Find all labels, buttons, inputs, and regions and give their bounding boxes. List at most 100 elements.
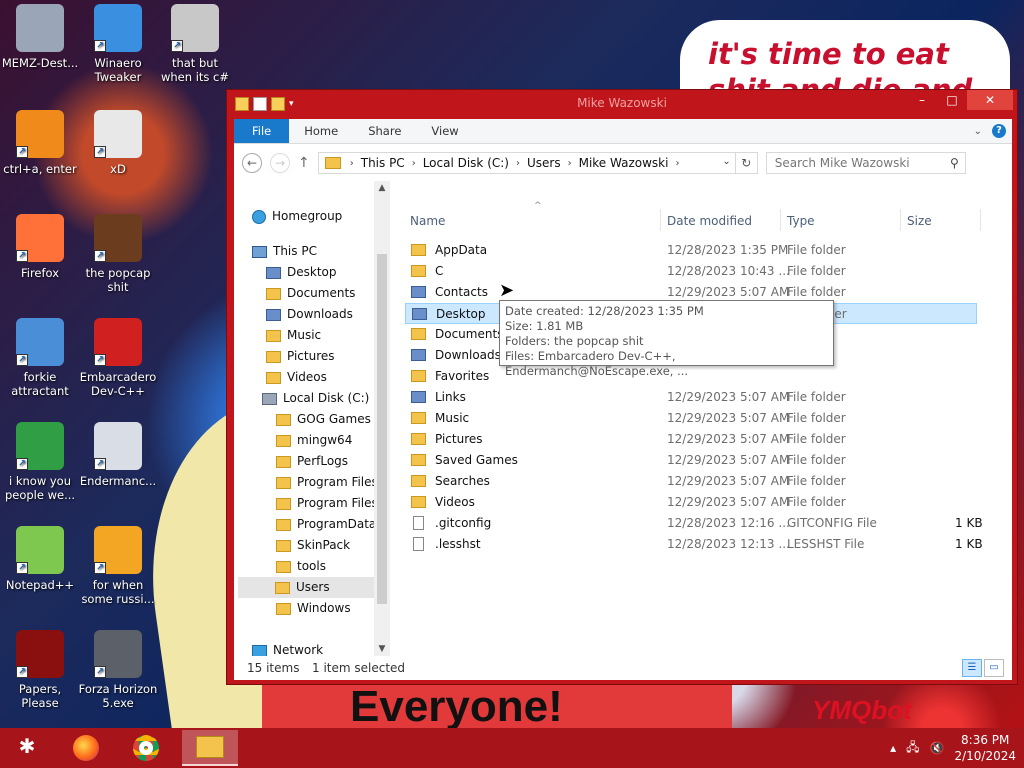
desktop-icon[interactable]: ↗ Endermanc...: [78, 422, 158, 488]
network-icon[interactable]: 🖧: [906, 738, 919, 759]
nav-item[interactable]: Homegroup: [252, 206, 342, 227]
file-row[interactable]: AppData 12/28/2023 1:35 PM File folder: [405, 240, 977, 261]
chevron-right-icon[interactable]: ›: [513, 158, 523, 169]
refresh-icon[interactable]: ↻: [734, 153, 757, 173]
nav-item[interactable]: Windows: [276, 598, 351, 619]
chevron-right-icon[interactable]: ›: [672, 158, 682, 169]
nav-item[interactable]: Music: [266, 325, 321, 346]
chevron-right-icon[interactable]: ›: [565, 158, 575, 169]
back-button[interactable]: ←: [242, 153, 262, 173]
file-row[interactable]: Music 12/29/2023 5:07 AM File folder: [405, 408, 977, 429]
column-date-modified[interactable]: Date modified: [667, 214, 752, 228]
minimize-button[interactable]: –: [907, 90, 937, 110]
file-row[interactable]: .gitconfig 12/28/2023 12:16 ... GITCONFIG …: [405, 513, 983, 534]
file-row[interactable]: Videos 12/29/2023 5:07 AM File folder: [405, 492, 977, 513]
breadcrumb-local-disk[interactable]: Local Disk (C:): [419, 156, 513, 170]
start-orb-icon[interactable]: ✱: [10, 734, 44, 762]
desktop-icon[interactable]: ↗ Notepad++: [0, 526, 80, 592]
tab-view[interactable]: View: [416, 119, 473, 143]
large-icons-view-icon[interactable]: ▭: [984, 659, 1004, 677]
nav-item[interactable]: Program Files (: [276, 493, 386, 514]
search-icon[interactable]: ⚲: [950, 156, 959, 170]
close-button[interactable]: ✕: [967, 90, 1013, 110]
file-date: 12/28/2023 10:43 ...: [667, 264, 790, 278]
tab-file[interactable]: File: [234, 119, 290, 143]
nav-item[interactable]: SkinPack: [276, 535, 350, 556]
nav-item[interactable]: Local Disk (C:): [262, 388, 369, 409]
nav-item[interactable]: Desktop: [266, 262, 337, 283]
file-row[interactable]: Saved Games 12/29/2023 5:07 AM File folder: [405, 450, 977, 471]
taskbar-file-explorer[interactable]: [182, 730, 238, 766]
desktop-icon[interactable]: MEMZ-Dest...: [0, 4, 80, 70]
desktop-icon[interactable]: ↗ Firefox: [0, 214, 80, 280]
column-divider[interactable]: [780, 209, 781, 231]
help-icon[interactable]: ?: [992, 124, 1006, 138]
expand-ribbon-icon[interactable]: ⌄: [974, 126, 982, 137]
desktop-icon[interactable]: ↗ forkie attractant: [0, 318, 80, 398]
desktop-icon[interactable]: ↗ Winaero Tweaker: [78, 4, 158, 84]
maximize-button[interactable]: □: [937, 90, 967, 110]
nav-item[interactable]: ProgramData: [276, 514, 376, 535]
taskbar-chrome[interactable]: [122, 730, 170, 766]
chevron-right-icon[interactable]: ›: [409, 158, 419, 169]
nav-item[interactable]: mingw64: [276, 430, 352, 451]
nav-item[interactable]: Users: [238, 577, 378, 598]
flash-icon: ↗: [94, 630, 142, 678]
nav-item[interactable]: tools: [276, 556, 326, 577]
desktop-icon[interactable]: ↗ Forza Horizon 5.exe: [78, 630, 158, 710]
scroll-up-icon[interactable]: ▲: [374, 183, 390, 193]
explorer-window[interactable]: ▾ Mike Wazowski – □ ✕ File Home Share Vi…: [226, 89, 1018, 685]
title-bar[interactable]: ▾ Mike Wazowski – □ ✕: [227, 90, 1017, 118]
desktop-icon[interactable]: ↗ for when some russi...: [78, 526, 158, 606]
desktop-icon[interactable]: ↗ i know you people we...: [0, 422, 80, 502]
volume-muted-icon[interactable]: 🔇: [930, 741, 945, 755]
file-row[interactable]: Links 12/29/2023 5:07 AM File folder: [405, 387, 977, 408]
taskbar-firefox[interactable]: [62, 730, 110, 766]
nav-item[interactable]: Downloads: [266, 304, 353, 325]
file-row[interactable]: .lesshst 12/28/2023 12:13 ... LESSHST File…: [405, 534, 983, 555]
nav-item[interactable]: Pictures: [266, 346, 335, 367]
address-bar[interactable]: › This PC › Local Disk (C:) › Users › Mi…: [317, 152, 758, 174]
column-name[interactable]: Name: [410, 214, 445, 228]
column-type[interactable]: Type: [787, 214, 815, 228]
nav-item[interactable]: Network: [252, 640, 323, 656]
nav-item[interactable]: GOG Games: [276, 409, 371, 430]
show-hidden-icons-icon[interactable]: ▴: [890, 741, 896, 755]
file-name: Saved Games: [435, 453, 518, 467]
file-row[interactable]: Pictures 12/29/2023 5:07 AM File folder: [405, 429, 977, 450]
desktop-icon[interactable]: ↗ Papers, Please: [0, 630, 80, 710]
chevron-down-icon[interactable]: ⌄: [722, 156, 730, 167]
file-row[interactable]: C 12/28/2023 10:43 ... File folder: [405, 261, 977, 282]
nav-item[interactable]: Program Files: [276, 472, 378, 493]
breadcrumb-current[interactable]: Mike Wazowski: [575, 156, 673, 170]
nav-item[interactable]: Videos: [266, 367, 327, 388]
nav-item[interactable]: Documents: [266, 283, 355, 304]
tab-home[interactable]: Home: [289, 119, 353, 143]
tab-share[interactable]: Share: [353, 119, 416, 143]
breadcrumb-this-pc[interactable]: This PC: [357, 156, 409, 170]
window-controls: – □ ✕: [907, 90, 1013, 110]
clock[interactable]: 8:36 PM 2/10/2024: [954, 732, 1016, 764]
forward-button[interactable]: →: [270, 153, 290, 173]
desktop-icon[interactable]: ↗ the popcap shit: [78, 214, 158, 294]
column-divider[interactable]: [900, 209, 901, 231]
scrollbar-thumb[interactable]: [377, 254, 387, 604]
nav-item[interactable]: PerfLogs: [276, 451, 348, 472]
column-size[interactable]: Size: [907, 214, 932, 228]
drive-icon: [262, 392, 277, 405]
search-input[interactable]: Search Mike Wazowski ⚲: [765, 152, 966, 174]
column-divider[interactable]: [980, 209, 981, 231]
breadcrumb-users[interactable]: Users: [523, 156, 565, 170]
up-button[interactable]: ↑: [298, 155, 310, 171]
chevron-right-icon[interactable]: ›: [347, 158, 357, 169]
scroll-down-icon[interactable]: ▼: [374, 644, 390, 654]
nav-pane-scrollbar[interactable]: ▲ ▼: [374, 181, 390, 656]
nav-item[interactable]: This PC: [252, 241, 317, 262]
desktop-icon[interactable]: ↗ xD: [78, 110, 158, 176]
file-row[interactable]: Searches 12/29/2023 5:07 AM File folder: [405, 471, 977, 492]
desktop-icon[interactable]: ↗ Embarcadero Dev-C++: [78, 318, 158, 398]
column-divider[interactable]: [660, 209, 661, 231]
desktop-icon[interactable]: ↗ ctrl+a, enter: [0, 110, 80, 176]
details-view-icon[interactable]: ☰: [962, 659, 982, 677]
desktop-icon[interactable]: ↗ that but when its c#: [155, 4, 235, 84]
